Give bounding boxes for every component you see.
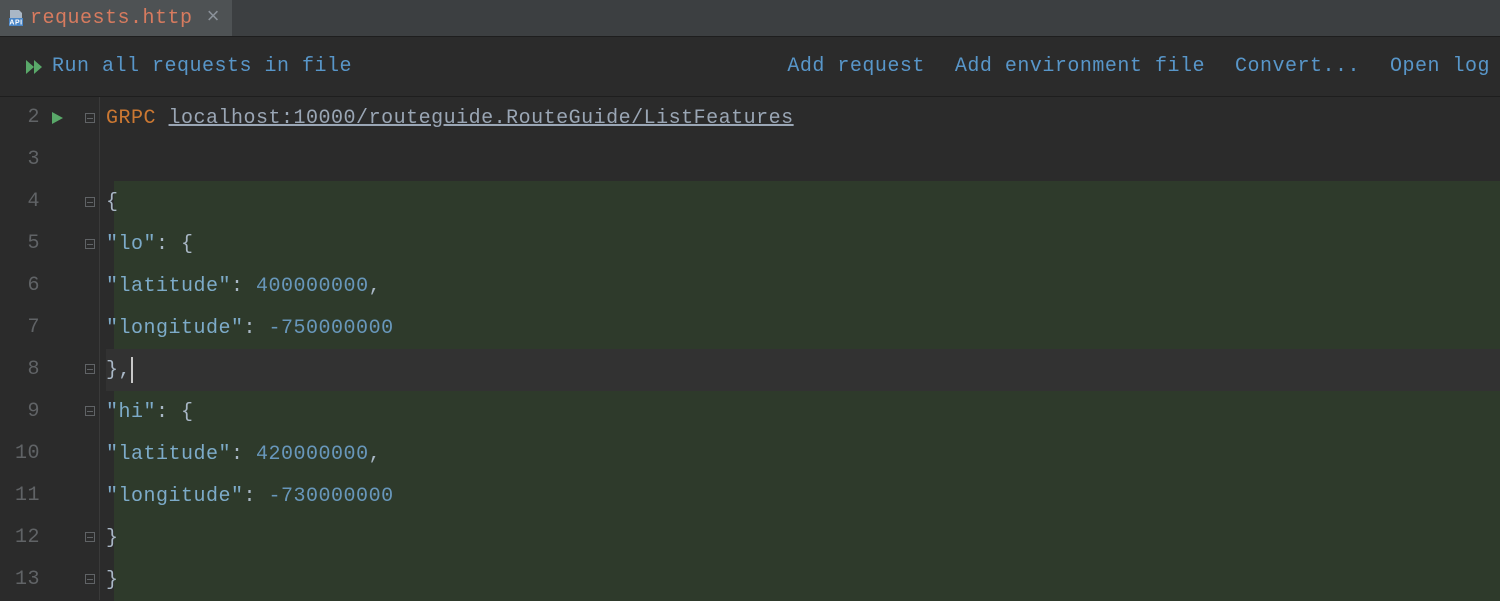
json-key: "longitude" bbox=[106, 317, 244, 340]
run-all-icon[interactable] bbox=[24, 55, 48, 79]
convert-link[interactable]: Convert... bbox=[1235, 55, 1360, 78]
json-number: -730000000 bbox=[269, 485, 394, 508]
line-number[interactable]: 7 bbox=[27, 307, 40, 349]
line-gutter: 2 3 4 5 6 7 8 9 10 11 12 13 bbox=[0, 97, 50, 600]
file-tab[interactable]: API requests.http × bbox=[0, 0, 232, 36]
json-number: 420000000 bbox=[256, 443, 369, 466]
api-file-icon: API bbox=[6, 9, 26, 27]
tab-bar: API requests.http × bbox=[0, 0, 1500, 37]
text-cursor bbox=[131, 357, 133, 383]
run-request-icon[interactable] bbox=[50, 97, 80, 139]
fold-toggle-icon[interactable] bbox=[85, 364, 95, 374]
line-number[interactable]: 11 bbox=[15, 474, 40, 516]
line-number[interactable]: 2 bbox=[27, 97, 40, 139]
code-area[interactable]: GRPC localhost:10000/routeguide.RouteGui… bbox=[100, 97, 1500, 600]
svg-text:API: API bbox=[9, 20, 22, 27]
line-number[interactable]: 9 bbox=[27, 390, 40, 432]
line-number[interactable]: 5 bbox=[27, 223, 40, 265]
action-bar: Run all requests in file Add request Add… bbox=[0, 37, 1500, 97]
add-env-file-link[interactable]: Add environment file bbox=[955, 55, 1205, 78]
run-all-requests-link[interactable]: Run all requests in file bbox=[52, 55, 352, 78]
close-icon[interactable]: × bbox=[207, 7, 221, 29]
add-request-link[interactable]: Add request bbox=[787, 55, 925, 78]
json-key: "longitude" bbox=[106, 485, 244, 508]
fold-toggle-icon[interactable] bbox=[85, 532, 95, 542]
fold-toggle-icon[interactable] bbox=[85, 113, 95, 123]
line-number[interactable]: 8 bbox=[27, 349, 40, 391]
json-key: "hi" bbox=[106, 401, 156, 424]
fold-toggle-icon[interactable] bbox=[85, 239, 95, 249]
fold-toggle-icon[interactable] bbox=[85, 406, 95, 416]
json-number: -750000000 bbox=[269, 317, 394, 340]
fold-toggle-icon[interactable] bbox=[85, 197, 95, 207]
run-gutter bbox=[50, 97, 80, 600]
line-number[interactable]: 3 bbox=[27, 139, 40, 181]
line-number[interactable]: 4 bbox=[27, 181, 40, 223]
open-log-link[interactable]: Open log bbox=[1390, 55, 1490, 78]
editor[interactable]: 2 3 4 5 6 7 8 9 10 11 12 13 bbox=[0, 97, 1500, 600]
json-key: "latitude" bbox=[106, 443, 231, 466]
grpc-method: GRPC bbox=[106, 107, 156, 130]
line-number[interactable]: 10 bbox=[15, 432, 40, 474]
json-key: "lo" bbox=[106, 233, 156, 256]
json-key: "latitude" bbox=[106, 275, 231, 298]
line-number[interactable]: 13 bbox=[15, 558, 40, 600]
current-line-highlight bbox=[106, 349, 1500, 391]
request-url[interactable]: localhost:10000/routeguide.RouteGuide/Li… bbox=[169, 107, 794, 130]
fold-gutter bbox=[80, 97, 100, 600]
json-number: 400000000 bbox=[256, 275, 369, 298]
fold-toggle-icon[interactable] bbox=[85, 574, 95, 584]
json-brace: { bbox=[106, 191, 119, 214]
line-number[interactable]: 6 bbox=[27, 265, 40, 307]
line-number[interactable]: 12 bbox=[15, 516, 40, 558]
tab-filename: requests.http bbox=[30, 7, 193, 30]
